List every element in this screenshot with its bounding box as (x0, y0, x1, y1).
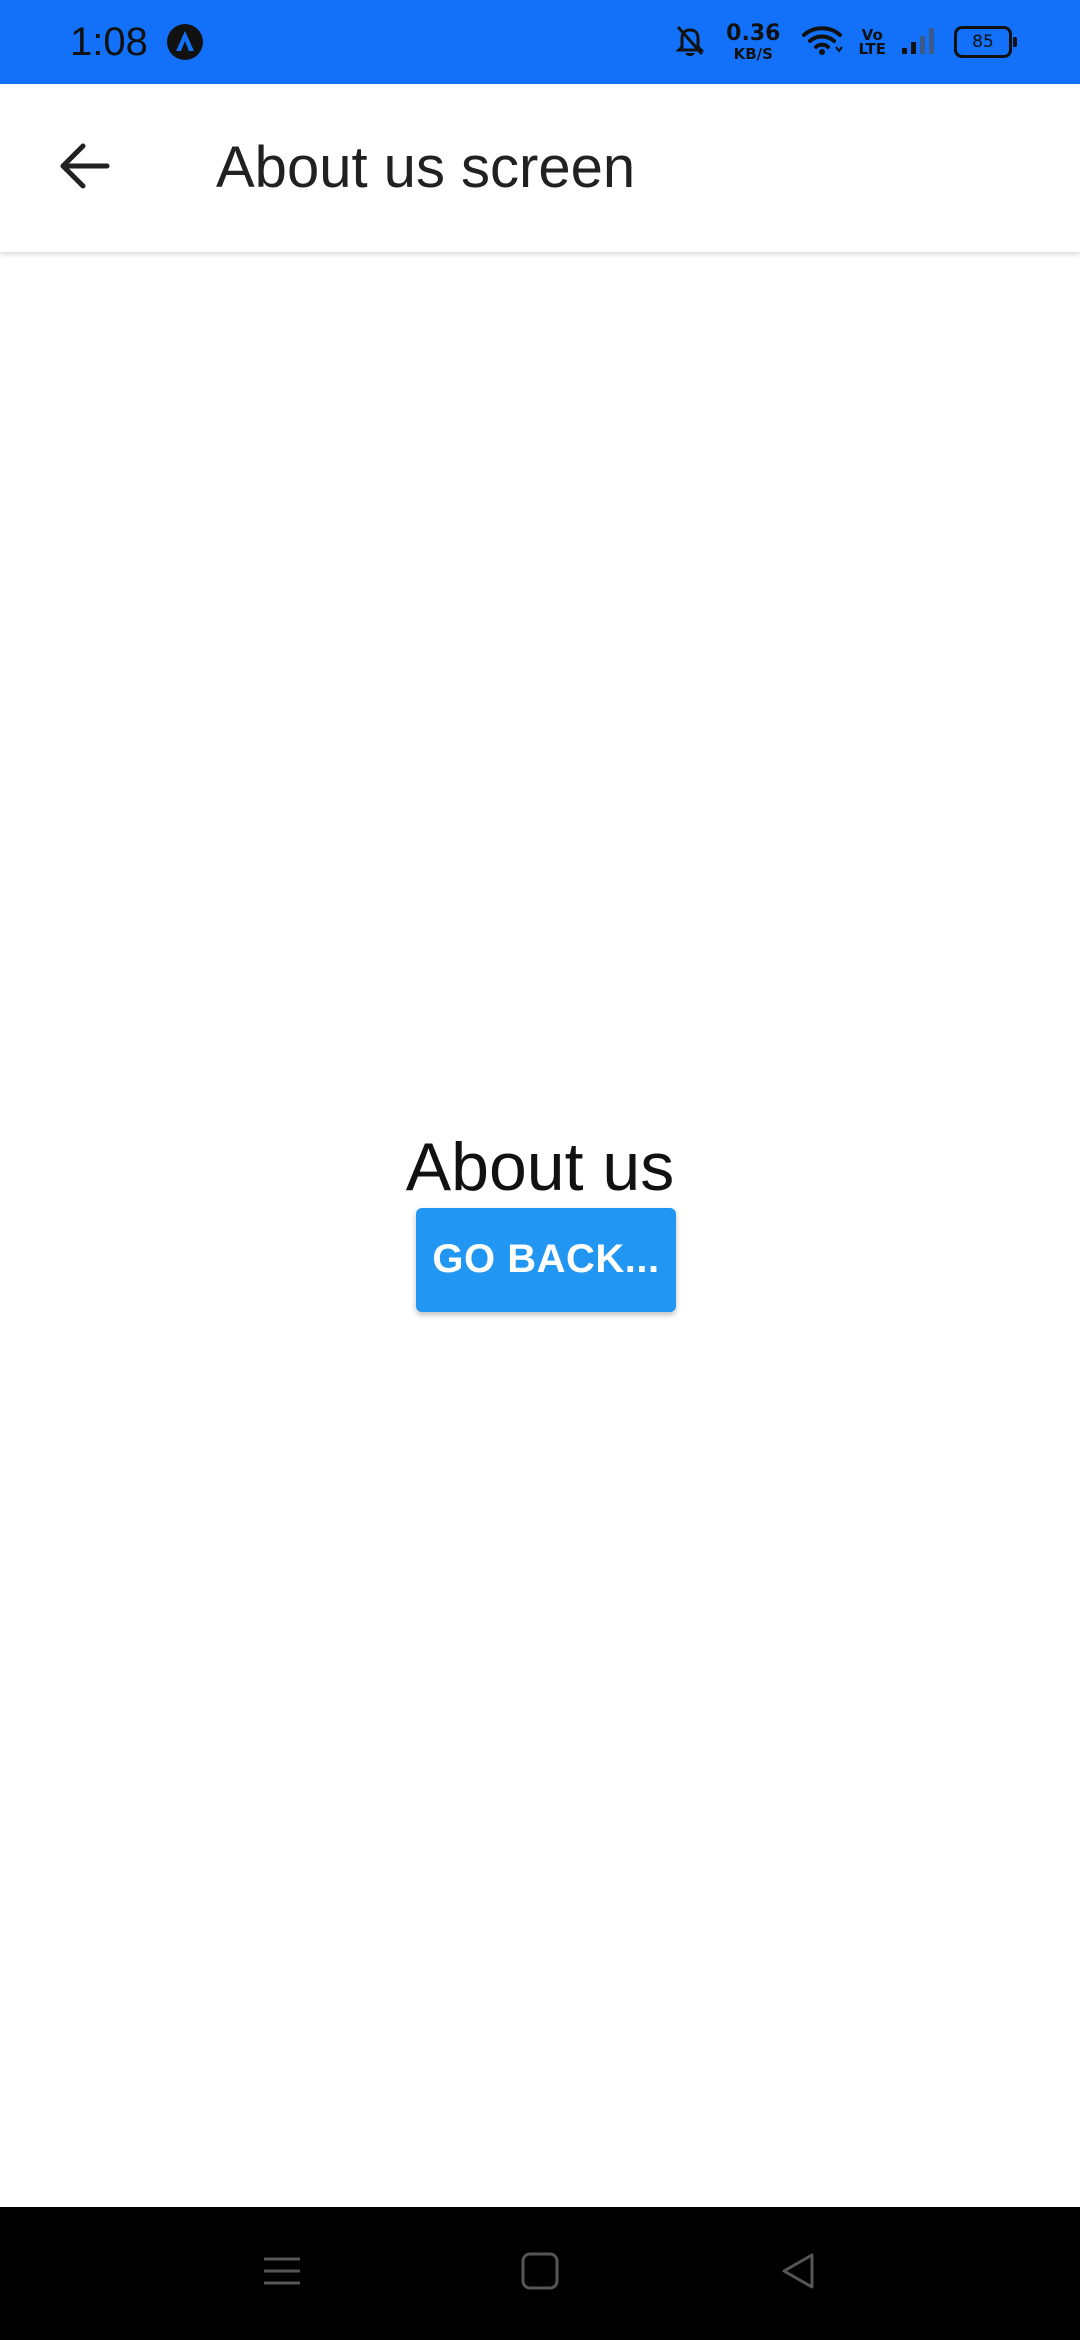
back-nav-button[interactable] (768, 2243, 828, 2303)
wifi-icon (800, 23, 844, 62)
menu-button[interactable] (252, 2243, 312, 2303)
status-time: 1:08 (70, 20, 148, 64)
main-content: About us GO BACK... (0, 252, 1080, 2207)
status-icons: 0.36 KB/S Vo LTE 85 (674, 18, 1017, 66)
app-bar: About us screen (0, 84, 1080, 252)
network-speed-unit: KB/S (733, 44, 773, 63)
arrow-left-icon (57, 141, 111, 196)
network-speed: 0.36 KB/S (726, 20, 781, 63)
network-speed-value: 0.36 (726, 20, 781, 46)
home-icon (520, 2251, 560, 2296)
back-triangle-icon (778, 2251, 818, 2296)
back-button[interactable] (34, 118, 134, 218)
about-heading: About us (405, 1128, 675, 1205)
app-notification-icon (166, 23, 204, 61)
bell-off-icon (674, 23, 706, 62)
status-bar: 1:08 0.36 KB/S Vo LTE 85 (0, 0, 1080, 84)
page-title: About us screen (216, 135, 636, 200)
volte-indicator: Vo LTE (858, 27, 886, 58)
battery-level: 85 (972, 32, 994, 52)
navigation-bar (0, 2207, 1080, 2340)
go-back-button[interactable]: GO BACK... (416, 1207, 676, 1312)
menu-icon (262, 2251, 302, 2296)
battery-icon: 85 (954, 26, 1017, 58)
home-button[interactable] (510, 2243, 570, 2303)
volte-bottom: LTE (858, 40, 886, 58)
screen: 1:08 0.36 KB/S Vo LTE 85 About us screen… (0, 0, 1080, 2340)
signal-icon (900, 24, 940, 61)
